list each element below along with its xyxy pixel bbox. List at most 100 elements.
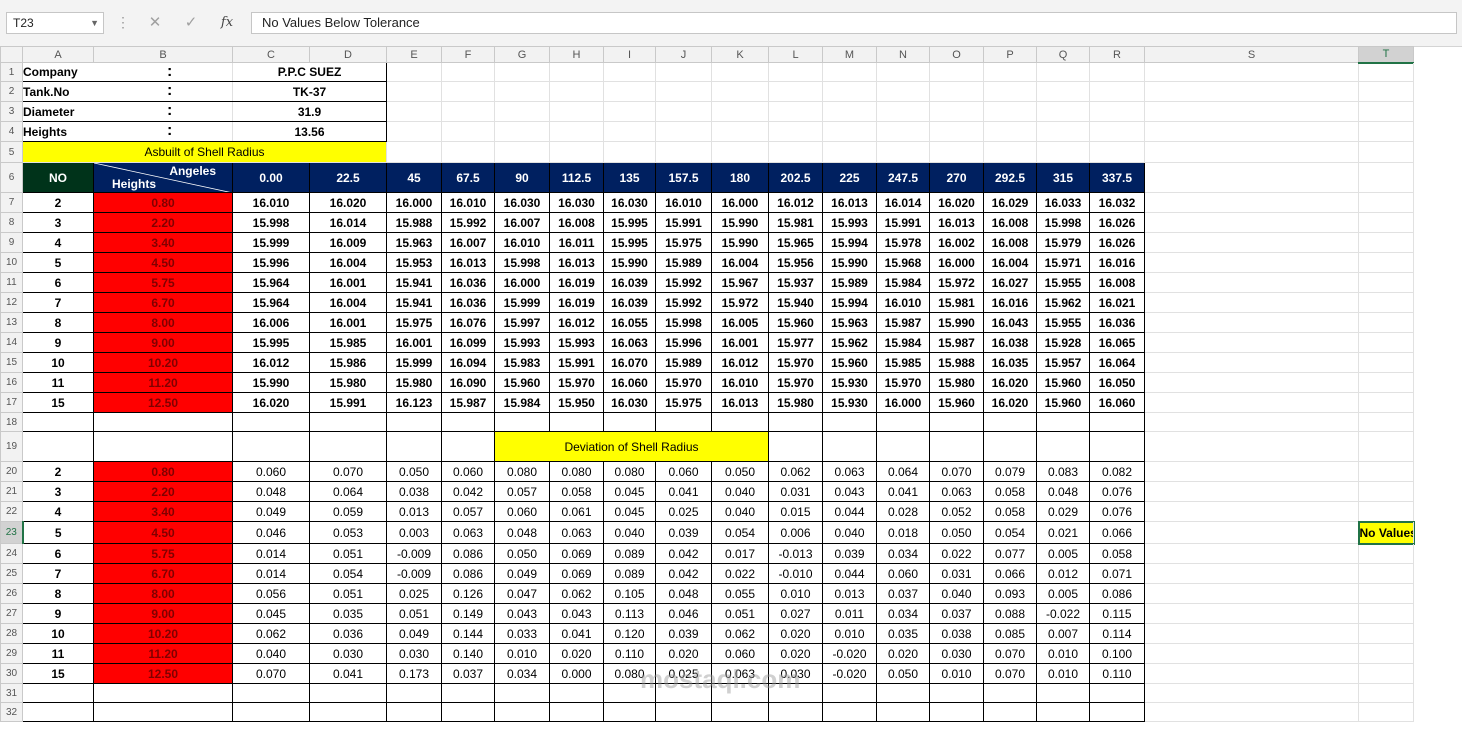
column-header[interactable]: K [711, 46, 769, 63]
asbuilt-value[interactable]: 15.940 [768, 292, 823, 313]
deviation-value[interactable]: 0.033 [494, 623, 550, 644]
cell[interactable] [1144, 461, 1359, 482]
asbuilt-value[interactable]: 15.985 [309, 332, 387, 353]
deviation-value[interactable]: 0.030 [386, 643, 442, 664]
deviation-value[interactable]: 0.046 [655, 603, 712, 624]
cell[interactable] [1036, 121, 1090, 142]
row-header[interactable]: 11 [0, 272, 23, 293]
asbuilt-value[interactable]: 15.987 [876, 312, 930, 333]
row-height[interactable]: 10.20 [93, 352, 233, 373]
cell[interactable] [1144, 272, 1359, 293]
asbuilt-value[interactable]: 16.030 [494, 192, 550, 213]
cell[interactable] [232, 702, 310, 722]
cell[interactable] [822, 412, 877, 432]
row-header[interactable]: 7 [0, 192, 23, 213]
deviation-value[interactable]: -0.009 [386, 543, 442, 564]
deviation-value[interactable]: 0.054 [983, 521, 1037, 544]
cell[interactable] [822, 101, 877, 122]
cell[interactable] [1089, 683, 1145, 703]
row-header[interactable]: 1 [0, 62, 23, 82]
deviation-value[interactable]: 0.144 [441, 623, 495, 644]
asbuilt-value[interactable]: 16.026 [1089, 232, 1145, 253]
cell[interactable] [1358, 272, 1414, 293]
cell[interactable] [1358, 252, 1414, 273]
asbuilt-value[interactable]: 16.010 [711, 372, 769, 393]
cell[interactable] [1144, 312, 1359, 333]
deviation-value[interactable]: 0.010 [1036, 663, 1090, 684]
name-box[interactable]: T23 ▼ [6, 12, 104, 34]
info-value[interactable]: TK-37 [232, 81, 387, 102]
row-no[interactable]: 4 [22, 232, 94, 253]
asbuilt-value[interactable]: 16.010 [494, 232, 550, 253]
deviation-value[interactable]: 0.060 [441, 461, 495, 482]
deviation-value[interactable]: 0.070 [983, 663, 1037, 684]
asbuilt-value[interactable]: 16.035 [983, 352, 1037, 373]
asbuilt-value[interactable]: 15.977 [768, 332, 823, 353]
column-header[interactable]: N [876, 46, 930, 63]
row-no[interactable]: 6 [22, 272, 94, 293]
deviation-value[interactable]: 0.064 [309, 481, 387, 502]
row-height[interactable]: 2.20 [93, 212, 233, 233]
deviation-value[interactable]: 0.089 [603, 563, 656, 584]
deviation-value[interactable]: 0.040 [603, 521, 656, 544]
cell[interactable] [93, 702, 233, 722]
deviation-value[interactable]: 0.034 [494, 663, 550, 684]
cell[interactable] [441, 121, 495, 142]
cell[interactable] [655, 121, 712, 142]
row-header[interactable]: 21 [0, 481, 23, 502]
cell[interactable] [929, 431, 984, 462]
cell[interactable] [386, 683, 442, 703]
cell[interactable] [876, 683, 930, 703]
cell[interactable] [1144, 212, 1359, 233]
asbuilt-value[interactable]: 16.000 [494, 272, 550, 293]
deviation-value[interactable]: 0.100 [1089, 643, 1145, 664]
row-header[interactable]: 12 [0, 292, 23, 313]
deviation-value[interactable]: 0.066 [983, 563, 1037, 584]
deviation-value[interactable]: 0.041 [655, 481, 712, 502]
asbuilt-value[interactable]: 15.981 [929, 292, 984, 313]
asbuilt-value[interactable]: 15.998 [494, 252, 550, 273]
deviation-value[interactable]: -0.009 [386, 563, 442, 584]
column-header[interactable]: P [983, 46, 1037, 63]
deviation-value[interactable]: 0.060 [655, 461, 712, 482]
deviation-value[interactable]: 0.039 [655, 623, 712, 644]
column-header[interactable]: I [603, 46, 656, 63]
cell[interactable] [1089, 121, 1145, 142]
row-header[interactable]: 13 [0, 312, 23, 333]
deviation-value[interactable]: 0.086 [441, 543, 495, 564]
cell[interactable] [1144, 372, 1359, 393]
insert-function-icon[interactable]: fx [214, 12, 240, 34]
deviation-value[interactable]: 0.079 [983, 461, 1037, 482]
asbuilt-value[interactable]: 16.005 [711, 312, 769, 333]
deviation-value[interactable]: 0.051 [309, 543, 387, 564]
deviation-value[interactable]: 0.049 [494, 563, 550, 584]
deviation-value[interactable]: 0.080 [494, 461, 550, 482]
asbuilt-value[interactable]: 16.020 [309, 192, 387, 213]
cell[interactable] [983, 101, 1037, 122]
asbuilt-value[interactable]: 16.010 [441, 192, 495, 213]
deviation-value[interactable]: 0.077 [983, 543, 1037, 564]
deviation-value[interactable]: 0.042 [655, 563, 712, 584]
cell[interactable] [441, 431, 495, 462]
asbuilt-value[interactable]: 15.995 [232, 332, 310, 353]
asbuilt-value[interactable]: 15.999 [232, 232, 310, 253]
asbuilt-value[interactable]: 16.030 [603, 392, 656, 413]
deviation-value[interactable]: 0.030 [309, 643, 387, 664]
deviation-value[interactable]: 0.063 [549, 521, 604, 544]
asbuilt-value[interactable]: 16.030 [603, 192, 656, 213]
deviation-value[interactable]: 0.028 [876, 501, 930, 522]
asbuilt-value[interactable]: 15.960 [822, 352, 877, 373]
deviation-value[interactable]: 0.010 [1036, 643, 1090, 664]
asbuilt-value[interactable]: 15.965 [768, 232, 823, 253]
deviation-value[interactable]: 0.040 [822, 521, 877, 544]
cell[interactable] [711, 81, 769, 102]
cell[interactable] [1358, 603, 1414, 624]
asbuilt-value[interactable]: 15.960 [768, 312, 823, 333]
cell[interactable] [494, 141, 550, 163]
asbuilt-value[interactable]: 16.001 [386, 332, 442, 353]
deviation-value[interactable]: 0.076 [1089, 481, 1145, 502]
asbuilt-value[interactable]: 16.013 [441, 252, 495, 273]
row-height[interactable]: 12.50 [93, 663, 233, 684]
asbuilt-value[interactable]: 15.994 [822, 292, 877, 313]
cell[interactable] [1144, 521, 1359, 544]
